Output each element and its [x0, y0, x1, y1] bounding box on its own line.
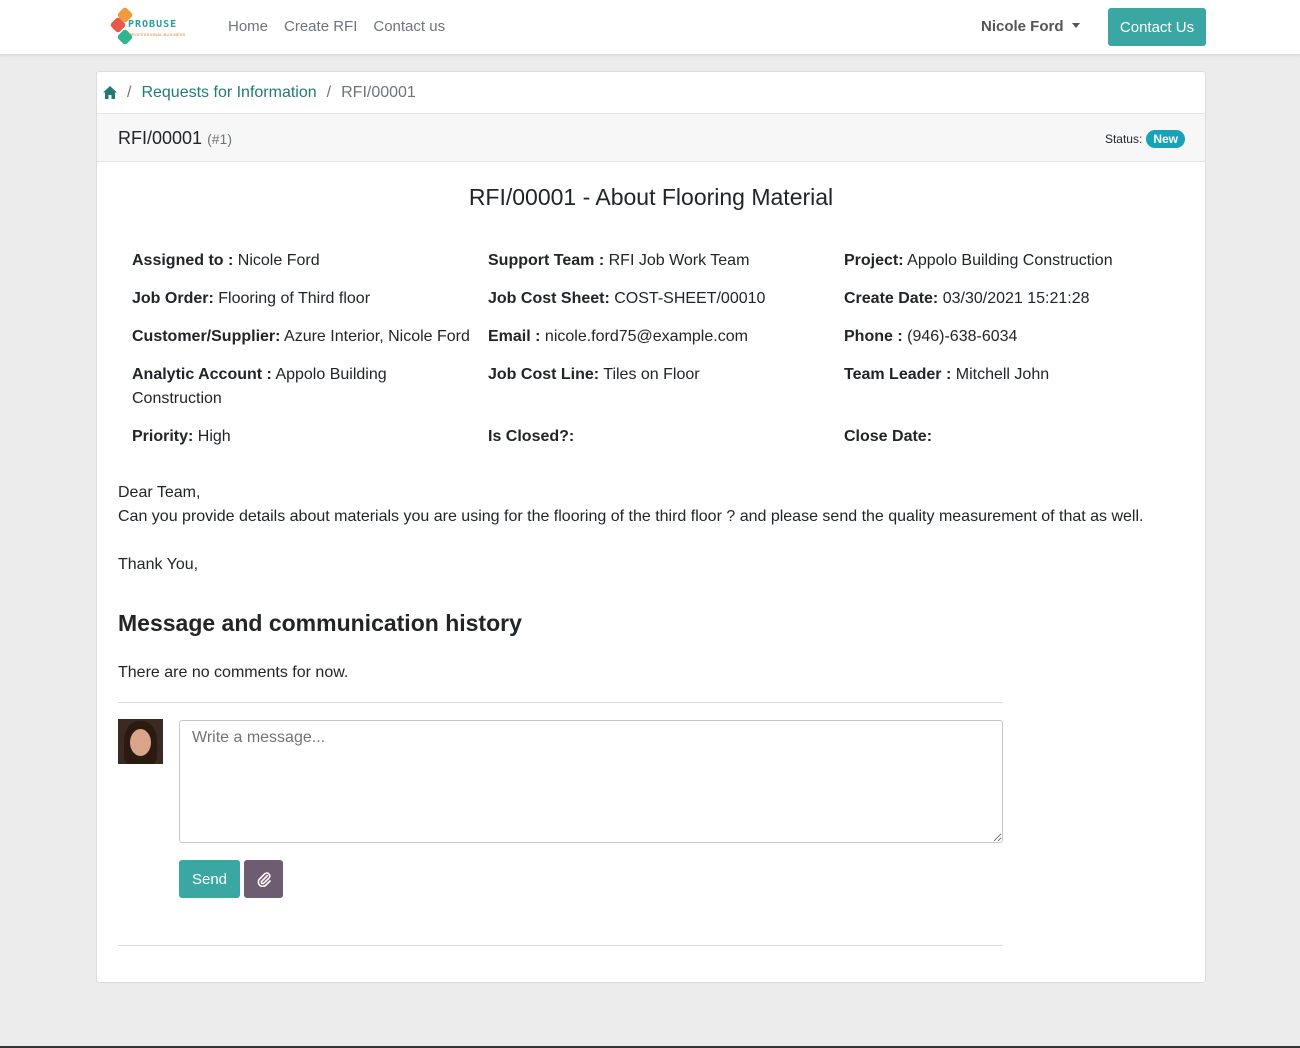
send-button[interactable]: Send	[179, 860, 240, 898]
caret-down-icon	[1071, 23, 1080, 28]
description-message: Can you provide details about materials …	[118, 508, 1144, 525]
logo-tagline: PROFESSIONAL BUSINESS	[129, 32, 186, 37]
field-label: Team Leader :	[844, 366, 952, 383]
field-label: Analytic Account :	[132, 366, 272, 383]
field-label: Support Team :	[488, 252, 605, 269]
breadcrumb-separator: /	[127, 83, 132, 101]
field-value: Flooring of Third floor	[218, 290, 371, 307]
divider	[118, 702, 1003, 703]
field-assigned-to: Assigned to : Nicole Ford	[132, 249, 320, 273]
field-is-closed: Is Closed?:	[488, 425, 574, 449]
attach-button[interactable]	[244, 860, 283, 898]
field-value: Azure Interior, Nicole Ford	[284, 328, 470, 345]
paperclip-icon	[257, 872, 271, 887]
rfi-reference: RFI/00001 (#1)	[118, 128, 232, 149]
home-icon[interactable]	[103, 86, 117, 99]
user-name: Nicole Ford	[981, 18, 1064, 35]
field-label: Job Cost Line:	[488, 366, 600, 383]
field-email: Email : nicole.ford75@example.com	[488, 325, 748, 349]
field-label: Project:	[844, 252, 904, 269]
field-label: Close Date:	[844, 428, 933, 445]
nav-create-rfi-link[interactable]: Create RFI	[284, 18, 357, 35]
field-value: Tiles on Floor	[603, 366, 700, 383]
field-value: Appolo Building Construction	[907, 252, 1113, 269]
field-value: Nicole Ford	[237, 252, 320, 269]
description-closing: Thank You,	[118, 556, 199, 573]
field-analytic-account: Analytic Account : Appolo Building Const…	[132, 363, 472, 411]
nav-contact-link[interactable]: Contact us	[373, 18, 445, 35]
breadcrumb: / Requests for Information / RFI/00001	[97, 72, 1205, 114]
history-heading: Message and communication history	[118, 610, 522, 636]
field-job-cost-sheet: Job Cost Sheet: COST-SHEET/00010	[488, 287, 765, 311]
rfi-card: / Requests for Information / RFI/00001 R…	[96, 71, 1206, 983]
status-indicator: Status: New	[1105, 130, 1185, 148]
field-value: COST-SHEET/00010	[614, 290, 766, 307]
status-badge: New	[1146, 130, 1185, 148]
probuse-logo[interactable]: PROBUSE PROFESSIONAL BUSINESS	[108, 6, 188, 48]
field-job-cost-line: Job Cost Line: Tiles on Floor	[488, 363, 700, 387]
rfi-reference-code: RFI/00001	[118, 128, 203, 148]
user-dropdown[interactable]: Nicole Ford	[981, 18, 1080, 35]
field-label: Job Order:	[132, 290, 214, 307]
field-value: RFI Job Work Team	[608, 252, 750, 269]
field-customer-supplier: Customer/Supplier: Azure Interior, Nicol…	[132, 325, 470, 349]
nav-home-link[interactable]: Home	[228, 18, 268, 35]
top-navbar: PROBUSE PROFESSIONAL BUSINESS Home Creat…	[0, 0, 1300, 55]
field-value: 03/30/2021 15:21:28	[942, 290, 1090, 307]
field-value: Mitchell John	[955, 366, 1050, 383]
field-value: Appolo Building	[275, 366, 387, 383]
status-label: Status:	[1104, 132, 1143, 146]
field-phone: Phone : (946)-638-6034	[844, 325, 1017, 349]
logo-text: PROBUSE	[128, 19, 178, 30]
description-spacer	[118, 529, 1178, 553]
avatar-face	[130, 729, 151, 756]
field-label: Create Date:	[844, 290, 939, 307]
contact-us-button[interactable]: Contact Us	[1108, 8, 1206, 46]
field-label: Priority:	[132, 428, 194, 445]
field-label: Job Cost Sheet:	[488, 290, 610, 307]
no-comments-text: There are no comments for now.	[118, 664, 349, 681]
field-value: nicole.ford75@example.com	[544, 328, 748, 345]
message-input[interactable]	[179, 720, 1003, 843]
breadcrumb-rfi-list-link[interactable]: Requests for Information	[141, 84, 316, 102]
field-label: Customer/Supplier:	[132, 328, 281, 345]
field-label: Phone :	[844, 328, 903, 345]
field-value-continued: Construction	[132, 390, 222, 407]
field-close-date: Close Date:	[844, 425, 932, 449]
field-team-leader: Team Leader : Mitchell John	[844, 363, 1049, 387]
main-nav: Home Create RFI Contact us	[228, 18, 445, 35]
field-priority: Priority: High	[132, 425, 231, 449]
field-label: Is Closed?:	[488, 428, 575, 445]
field-job-order: Job Order: Flooring of Third floor	[132, 287, 370, 311]
divider	[118, 945, 1003, 946]
rfi-title: RFI/00001 - About Flooring Material	[468, 184, 834, 210]
avatar	[118, 719, 163, 764]
field-value: High	[197, 428, 231, 445]
breadcrumb-separator: /	[326, 83, 332, 101]
field-create-date: Create Date: 03/30/2021 15:21:28	[844, 287, 1090, 311]
description-greeting: Dear Team,	[118, 484, 201, 501]
field-support-team: Support Team : RFI Job Work Team	[488, 249, 749, 273]
field-label: Assigned to :	[132, 252, 234, 269]
field-project: Project: Appolo Building Construction	[844, 249, 1113, 273]
field-label: Email :	[488, 328, 541, 345]
rfi-number: (#1)	[207, 131, 232, 147]
rfi-description: Dear Team, Can you provide details about…	[118, 481, 1178, 577]
field-value: (946)-638-6034	[907, 328, 1018, 345]
rfi-header: RFI/00001 (#1) Status: New	[97, 114, 1205, 162]
breadcrumb-current: RFI/00001	[341, 83, 416, 101]
